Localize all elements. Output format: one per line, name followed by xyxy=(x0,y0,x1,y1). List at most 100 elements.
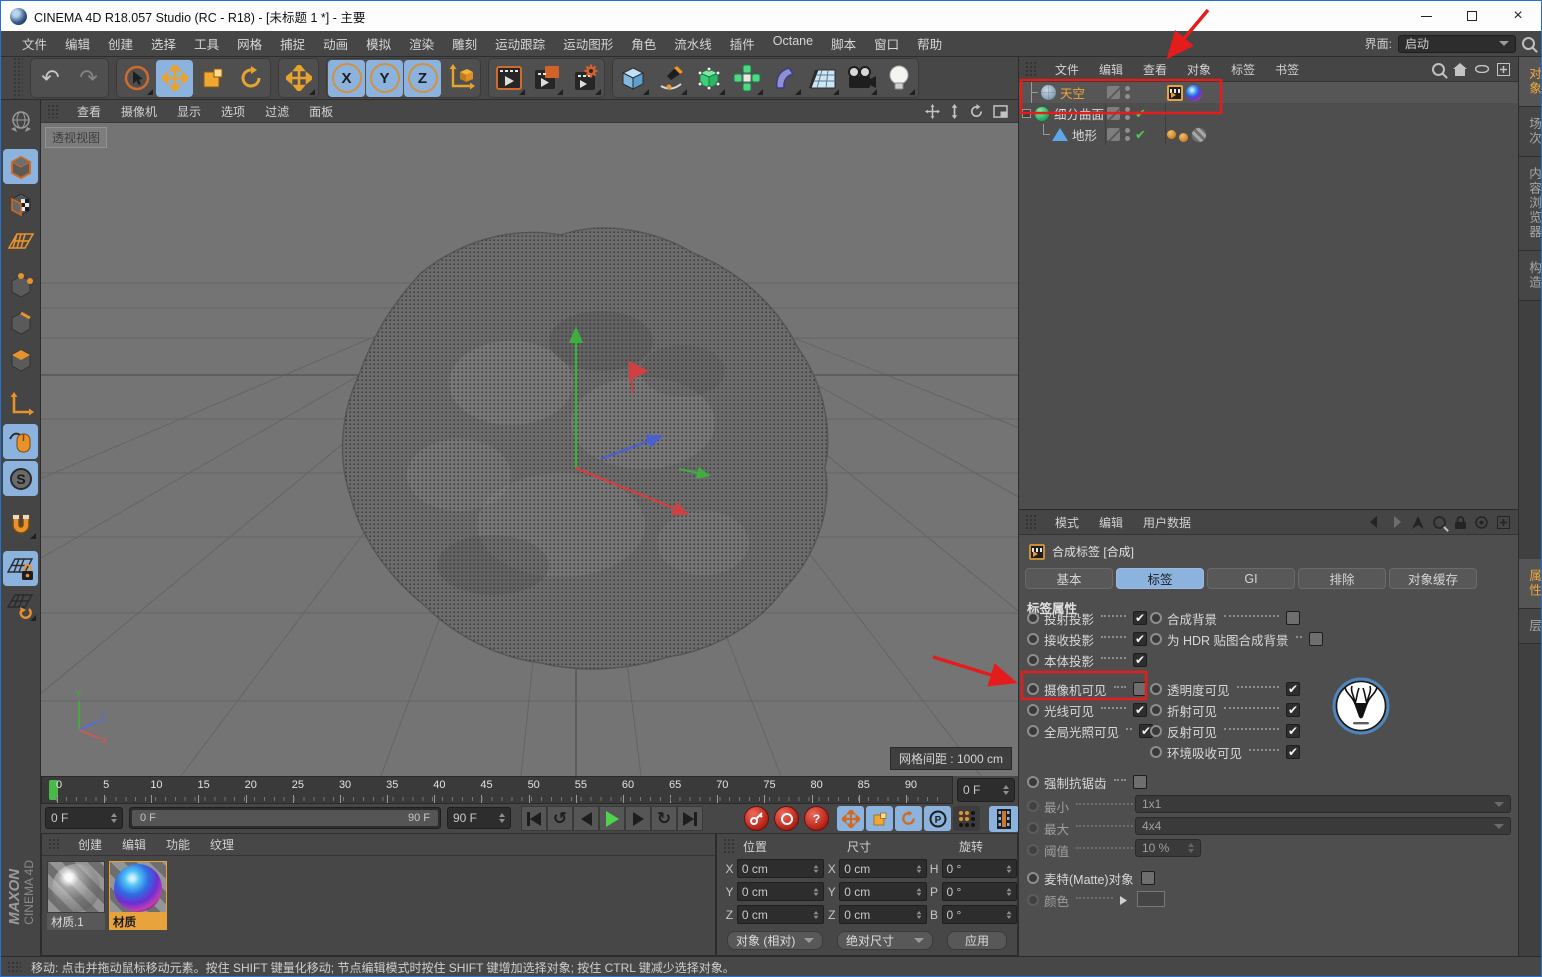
material-menu-item[interactable]: 纹理 xyxy=(200,836,244,853)
pan-view-icon[interactable] xyxy=(925,103,940,119)
attribute-tab[interactable]: 标签 xyxy=(1116,568,1204,589)
next-frame-button[interactable] xyxy=(625,806,651,831)
search-icon[interactable] xyxy=(1522,37,1535,50)
pos-y-field[interactable]: 0 cm xyxy=(736,882,825,901)
menu-item[interactable]: 运动跟踪 xyxy=(486,34,554,53)
menu-item[interactable]: 雕刻 xyxy=(443,34,486,53)
workplane-options-button[interactable] xyxy=(3,588,38,623)
apply-button[interactable]: 应用 xyxy=(947,931,1007,950)
add-subdivision-surface-button[interactable] xyxy=(690,60,727,97)
add-deformer-bend-button[interactable] xyxy=(766,60,803,97)
property-row[interactable]: 投射投影 ✔ xyxy=(1027,608,1147,628)
goto-end-button[interactable] xyxy=(677,806,703,831)
property-row[interactable]: 折射可见 ✔ xyxy=(1150,700,1300,720)
dock-tab[interactable]: 场次 xyxy=(1519,107,1541,157)
menu-item[interactable]: 窗口 xyxy=(865,34,908,53)
toggle-panel-icon[interactable] xyxy=(993,104,1008,118)
previous-frame-button[interactable] xyxy=(573,806,599,831)
size-x-field[interactable]: 0 cm xyxy=(839,859,927,878)
menu-item[interactable]: 帮助 xyxy=(908,34,951,53)
viewport-name-label[interactable]: 透视视图 xyxy=(45,127,108,148)
menu-item[interactable]: 选择 xyxy=(142,34,185,53)
layer-swatch[interactable] xyxy=(1107,107,1120,120)
history-back-icon[interactable] xyxy=(1368,516,1381,528)
pos-z-field[interactable]: 0 cm xyxy=(736,905,825,924)
menu-item[interactable]: 文件 xyxy=(13,34,56,53)
checkbox[interactable]: ✔ xyxy=(1133,653,1147,667)
material-name[interactable]: 材质 xyxy=(109,913,167,930)
axis-mode-button[interactable] xyxy=(3,387,38,422)
dock-tab[interactable]: 层 xyxy=(1519,608,1541,644)
landscape-object-icon[interactable] xyxy=(1052,127,1068,143)
collapse-expander-icon[interactable] xyxy=(1022,109,1031,118)
play-backwards-loop-button[interactable]: ↺ xyxy=(547,806,573,831)
redo-button[interactable]: ↷ xyxy=(70,60,107,97)
property-row-force-aa[interactable]: 强制抗锯齿 ✔ xyxy=(1027,772,1147,792)
object-manager-menu-item[interactable]: 书签 xyxy=(1265,61,1309,78)
object-manager-menu-item[interactable]: 编辑 xyxy=(1089,61,1133,78)
dock-tab[interactable]: 属性 xyxy=(1519,558,1541,609)
toolbar-grip[interactable] xyxy=(13,57,23,99)
viewport-menu-item[interactable]: 摄像机 xyxy=(111,103,167,120)
object-manager-grip[interactable] xyxy=(1025,61,1037,77)
workplane-mode-button[interactable] xyxy=(3,223,38,258)
track-mode-icon[interactable] xyxy=(1475,515,1488,529)
frame-spinner[interactable]: 0 F xyxy=(957,778,1015,802)
eye-icon[interactable] xyxy=(1475,65,1489,73)
menu-item[interactable]: 编辑 xyxy=(56,34,99,53)
subdivision-surface-icon[interactable] xyxy=(1034,106,1050,122)
menu-item[interactable]: 流水线 xyxy=(665,34,721,53)
property-row[interactable]: 环境吸收可见 ✔ xyxy=(1150,742,1300,762)
viewport-grip[interactable] xyxy=(47,104,59,118)
dock-tab[interactable]: 内容浏览器 xyxy=(1519,157,1541,251)
material-item[interactable]: 材质.1 xyxy=(47,861,105,930)
attribute-menu-item[interactable]: 模式 xyxy=(1045,514,1089,531)
property-row[interactable]: 光线可见 ✔ xyxy=(1027,700,1147,720)
checkbox[interactable]: ✔ xyxy=(1133,703,1147,717)
material-menu-item[interactable]: 功能 xyxy=(156,836,200,853)
material-item-selected[interactable]: 材质 xyxy=(109,861,167,930)
goto-start-button[interactable] xyxy=(521,806,547,831)
live-selection-tool[interactable] xyxy=(118,60,155,97)
add-primitive-cube-button[interactable] xyxy=(614,60,651,97)
y-axis-lock-button[interactable]: Y xyxy=(366,59,403,97)
keyframe-selection-button[interactable]: ? xyxy=(804,806,829,831)
object-manager-menu-item[interactable]: 标签 xyxy=(1221,61,1265,78)
polygons-mode-button[interactable] xyxy=(3,342,38,377)
smoothing-tag[interactable] xyxy=(1179,133,1188,142)
end-frame-field[interactable]: 90 F xyxy=(447,807,511,829)
rotate-tool[interactable] xyxy=(232,60,269,97)
dock-tab[interactable]: 对象 xyxy=(1519,57,1541,107)
make-editable-button[interactable] xyxy=(3,104,38,139)
size-y-field[interactable]: 0 cm xyxy=(839,882,927,901)
preview-range-slider[interactable]: 0 F 90 F xyxy=(129,807,441,829)
rot-b-field[interactable]: 0 ° xyxy=(941,905,1017,924)
property-row[interactable]: 透明度可见 ✔ xyxy=(1150,679,1300,699)
material-manager-grip[interactable] xyxy=(48,838,60,851)
property-row[interactable]: 反射可见 ✔ xyxy=(1150,721,1300,741)
visibility-dots[interactable] xyxy=(1125,128,1130,141)
key-rotation-button[interactable] xyxy=(895,806,922,831)
texture-mode-button[interactable] xyxy=(3,186,38,221)
object-row-subdivision[interactable]: 细分曲面 ✔ xyxy=(1019,103,1518,124)
menu-item[interactable]: 插件 xyxy=(721,34,764,53)
menu-item[interactable]: 脚本 xyxy=(822,34,865,53)
home-icon[interactable] xyxy=(1453,62,1467,76)
sky-object-icon[interactable] xyxy=(1040,85,1056,101)
play-loop-button[interactable]: ↻ xyxy=(651,806,677,831)
am-add-panel-icon[interactable] xyxy=(1497,515,1510,529)
rotate-view-icon[interactable] xyxy=(969,103,984,119)
minimize-button[interactable] xyxy=(1403,1,1449,31)
key-parameter-button[interactable]: P xyxy=(924,806,951,831)
undo-button[interactable]: ↶ xyxy=(32,60,69,97)
material-thumbnail-galaxy[interactable] xyxy=(109,861,167,913)
pos-x-field[interactable]: 0 cm xyxy=(736,859,825,878)
interface-dropdown[interactable]: 启动 xyxy=(1398,34,1516,53)
render-to-picture-viewer-button[interactable] xyxy=(528,60,565,97)
lock-workplane-button[interactable] xyxy=(3,551,38,586)
viewport-solo-button[interactable] xyxy=(3,424,38,459)
coordinates-grip[interactable] xyxy=(723,838,735,853)
menu-item[interactable]: 渲染 xyxy=(400,34,443,53)
play-button[interactable] xyxy=(599,806,625,831)
rot-p-field[interactable]: 0 ° xyxy=(941,882,1017,901)
